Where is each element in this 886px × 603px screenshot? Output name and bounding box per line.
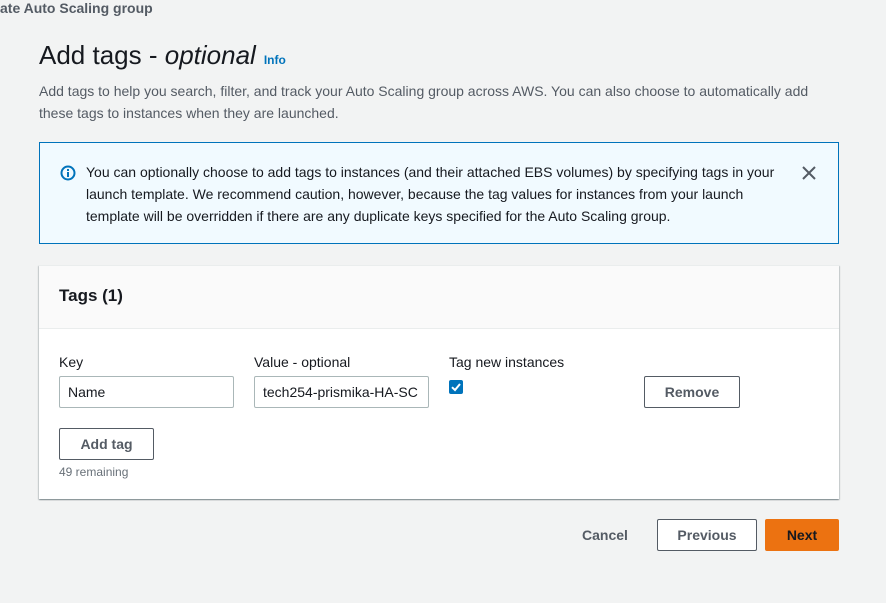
cancel-button[interactable]: Cancel — [570, 519, 640, 551]
remove-tag-button[interactable]: Remove — [644, 376, 740, 408]
info-circle-icon — [60, 165, 76, 181]
alert-text: You can optionally choose to add tags to… — [86, 164, 775, 224]
page-description: Add tags to help you search, filter, and… — [39, 83, 809, 121]
tags-panel: Tags (1) Key Value - optional Tag new in… — [39, 265, 839, 499]
previous-button[interactable]: Previous — [657, 519, 757, 551]
tags-panel-title: Tags (1) — [39, 266, 839, 329]
info-alert: You can optionally choose to add tags to… — [39, 142, 839, 244]
breadcrumb[interactable]: ate Auto Scaling group — [0, 0, 153, 16]
add-tag-button[interactable]: Add tag — [59, 428, 154, 460]
next-button[interactable]: Next — [765, 519, 839, 551]
page-title-main: Add tags - optional — [39, 40, 256, 70]
page-title: Add tags - optional Info — [39, 40, 286, 71]
value-column-label: Value - optional — [254, 354, 351, 370]
key-column-label: Key — [59, 354, 84, 370]
tag-value-input[interactable] — [254, 376, 429, 408]
tag-new-instances-label: Tag new instances — [449, 354, 565, 370]
close-icon[interactable] — [800, 164, 818, 182]
tags-remaining-count: 49 remaining — [59, 465, 129, 479]
tag-key-input[interactable] — [59, 376, 234, 408]
checkmark-icon — [451, 383, 461, 392]
tag-new-instances-checkbox[interactable] — [449, 380, 463, 394]
info-link[interactable]: Info — [264, 53, 286, 67]
page-title-optional: optional — [164, 40, 256, 70]
